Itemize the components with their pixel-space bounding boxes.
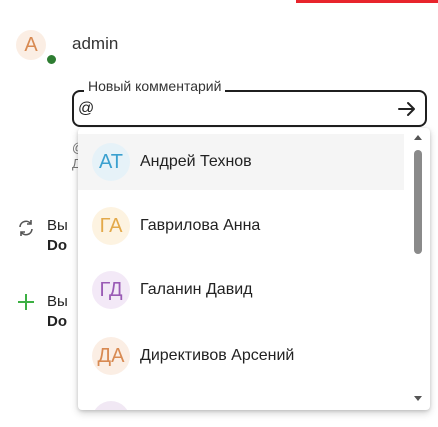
plus-icon — [16, 292, 36, 312]
activity-action-2: Вы — [47, 293, 68, 310]
activity-doc-2[interactable]: Do — [47, 312, 68, 332]
mention-avatar: АТ — [92, 143, 130, 181]
activity-item-2: Вы Do — [47, 292, 68, 332]
username-label: admin — [72, 34, 119, 53]
comment-field-label: Новый комментарий — [84, 78, 226, 94]
scroll-up-arrow-icon[interactable] — [412, 132, 424, 142]
scrollbar-thumb[interactable] — [414, 150, 422, 254]
activity-item-1: Вы Do — [47, 216, 68, 256]
comment-input[interactable] — [78, 97, 378, 121]
mention-option[interactable]: ГД Галанин Давид — [78, 262, 404, 318]
mention-avatar — [92, 401, 130, 410]
mention-option[interactable]: АТ Андрей Технов — [78, 134, 404, 190]
mention-name: Гаврилова Анна — [140, 217, 261, 234]
activity-action-1: Вы — [47, 217, 68, 234]
mention-name: Андрей Технов — [140, 153, 252, 170]
mention-option[interactable]: ГА Гаврилова Анна — [78, 198, 404, 254]
scroll-down-arrow-icon[interactable] — [412, 394, 424, 404]
mention-dropdown: АТ Андрей Технов ГА Гаврилова Анна ГД Га… — [78, 128, 430, 410]
mention-avatar: ГД — [92, 271, 130, 309]
activity-doc-1[interactable]: Do — [47, 236, 68, 256]
mention-avatar: ДА — [92, 337, 130, 375]
mention-option[interactable]: ДА Директивов Арсений — [78, 328, 404, 384]
arrow-right-icon — [398, 102, 415, 116]
mention-name: Директивов Арсений — [140, 347, 295, 364]
mention-avatar: ГА — [92, 207, 130, 245]
refresh-icon — [16, 218, 36, 238]
mention-name: Галанин Давид — [140, 281, 253, 298]
online-status-dot — [46, 54, 57, 65]
mention-option[interactable] — [78, 392, 404, 410]
user-avatar: A — [16, 30, 46, 60]
send-button[interactable] — [394, 96, 420, 122]
top-accent-bar — [296, 0, 438, 3]
